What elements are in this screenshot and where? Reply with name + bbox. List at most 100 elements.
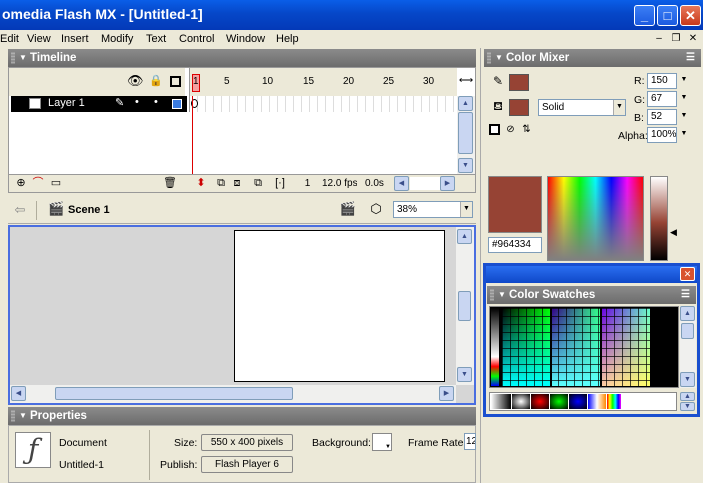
stage-hscroll[interactable]: ◀ ▶ [10,385,456,403]
layer-visible-dot[interactable]: • [135,96,139,108]
brightness-pointer-icon[interactable]: ◀ [670,227,677,238]
zoom-select[interactable]: 38% ▼ [393,201,473,218]
alpha-input[interactable]: 100% [647,127,677,143]
chevron-down-icon[interactable]: ▼ [613,100,625,115]
size-button[interactable]: 550 x 400 pixels [201,434,293,451]
timeline-menu-icon[interactable]: ⟷ [458,74,474,88]
color-spectrum[interactable] [547,176,644,261]
scroll-down-icon[interactable]: ▼ [458,158,473,173]
brightness-slider[interactable] [650,176,668,261]
edit-multiple-icon[interactable]: ⧉ [251,176,265,190]
scroll-left-icon[interactable]: ◀ [11,386,26,401]
swatch-grid[interactable] [489,306,679,388]
frame-rate-input[interactable]: 12 [464,433,476,450]
scroll-thumb[interactable] [681,323,694,339]
timeline-vscroll[interactable]: ▲ ▼ [457,96,475,174]
menu-control[interactable]: Control [179,31,214,47]
gradient-swatches[interactable] [489,392,677,411]
scroll-down-icon[interactable]: ▼ [680,402,695,411]
menu-modify[interactable]: Modify [101,31,133,47]
gradient-swatch[interactable] [588,394,606,409]
red-input[interactable]: 150 [647,73,677,89]
scroll-right-icon[interactable]: ▶ [440,176,455,191]
doc-close-button[interactable]: ✕ [686,32,700,46]
doc-minimize-button[interactable]: – [652,32,666,46]
panel-menu-icon[interactable]: ☰ [686,49,695,67]
swatches-window-titlebar[interactable]: ✕ [486,266,697,283]
menu-text[interactable]: Text [146,31,166,47]
center-frame-icon[interactable]: ⬍ [195,176,207,190]
doc-restore-button[interactable]: ❐ [669,32,683,46]
swatch-column[interactable] [491,308,499,386]
edit-symbol-icon[interactable]: ⬡ [367,202,385,216]
timeline-header[interactable]: ▼ Timeline [8,49,476,67]
onion-markers-icon[interactable]: [·] [273,176,287,190]
default-colors-icon[interactable] [489,124,500,135]
color-mixer-header[interactable]: ▼ Color Mixer ☰ [484,49,701,67]
onion-outline-icon[interactable]: ⧈ [230,176,244,190]
frames-strip[interactable] [189,96,457,112]
publish-button[interactable]: Flash Player 6 [201,456,293,473]
scroll-up-icon[interactable]: ▲ [457,229,472,244]
chevron-down-icon[interactable]: ▼ [678,109,690,123]
menu-insert[interactable]: Insert [61,31,89,47]
gradient-swatch[interactable] [550,394,568,409]
scroll-down-icon[interactable]: ▼ [680,372,695,387]
chevron-down-icon[interactable]: ▼ [678,73,690,87]
chevron-down-icon[interactable]: ▼ [678,127,690,141]
scroll-left-icon[interactable]: ◀ [394,176,409,191]
menu-view[interactable]: View [27,31,51,47]
layer-row[interactable]: Layer 1 ✎ • • [11,96,187,112]
green-input[interactable]: 67 [647,91,677,107]
panel-menu-icon[interactable]: ☰ [681,286,690,304]
blue-input[interactable]: 52 [647,109,677,125]
fill-type-select[interactable]: Solid ▼ [538,99,626,116]
lock-icon[interactable]: 🔒 [149,74,163,88]
scroll-right-icon[interactable]: ▶ [439,386,454,401]
swatches-vscroll[interactable]: ▲ ▼ [680,306,696,388]
background-color-swatch[interactable]: ▼ [372,433,392,451]
outline-icon[interactable] [170,76,181,87]
gradient-swatch[interactable] [491,394,511,409]
add-folder-icon[interactable]: ▭ [49,176,63,190]
swap-colors-icon[interactable]: ⇅ [520,123,533,137]
eye-icon[interactable]: 👁 [127,74,144,88]
close-button[interactable]: ✕ [680,5,701,26]
chevron-down-icon[interactable]: ▼ [460,202,472,217]
menu-window[interactable]: Window [226,31,265,47]
scroll-thumb[interactable] [55,387,293,400]
menu-help[interactable]: Help [276,31,299,47]
timeline-hscroll[interactable] [410,177,440,190]
gradient-swatch[interactable] [512,394,530,409]
gradient-swatch[interactable] [569,394,587,409]
layer-lock-dot[interactable]: • [154,96,158,108]
color-swatches-header[interactable]: ▼ Color Swatches ☰ [487,286,696,304]
chevron-down-icon[interactable]: ▼ [678,91,690,105]
menu-edit[interactable]: Edit [0,31,19,47]
add-layer-icon[interactable]: ⊕ [14,176,28,190]
fill-color-swatch[interactable] [509,99,529,116]
no-color-icon[interactable]: ⊘ [504,123,517,137]
scroll-thumb[interactable] [458,112,473,154]
properties-header[interactable]: ▼ Properties [8,407,476,425]
gradient-swatch[interactable] [531,394,549,409]
add-guide-icon[interactable]: ⌒ [31,176,45,190]
scroll-down-icon[interactable]: ▼ [457,367,472,382]
gradient-swatch[interactable] [607,394,621,409]
onion-skin-icon[interactable]: ⧉ [214,176,228,190]
edit-scene-icon[interactable]: 🎬 [339,202,357,216]
stroke-color-swatch[interactable] [509,74,529,91]
scroll-up-icon[interactable]: ▲ [680,306,695,321]
trash-icon[interactable]: 🗑 [163,176,177,190]
stage-canvas[interactable] [234,230,445,382]
maximize-button[interactable]: □ [657,5,678,26]
stage-vscroll[interactable]: ▲ ▼ [456,227,474,385]
close-icon[interactable]: ✕ [680,267,695,281]
scroll-thumb[interactable] [458,291,471,321]
minimize-button[interactable]: _ [634,5,655,26]
gradient-scroll[interactable]: ▲ ▼ [680,392,696,411]
layer-outline-color[interactable] [172,99,182,109]
scroll-up-icon[interactable]: ▲ [680,392,695,401]
back-arrow-icon[interactable]: ⇦ [12,203,28,217]
scroll-up-icon[interactable]: ▲ [458,96,473,111]
